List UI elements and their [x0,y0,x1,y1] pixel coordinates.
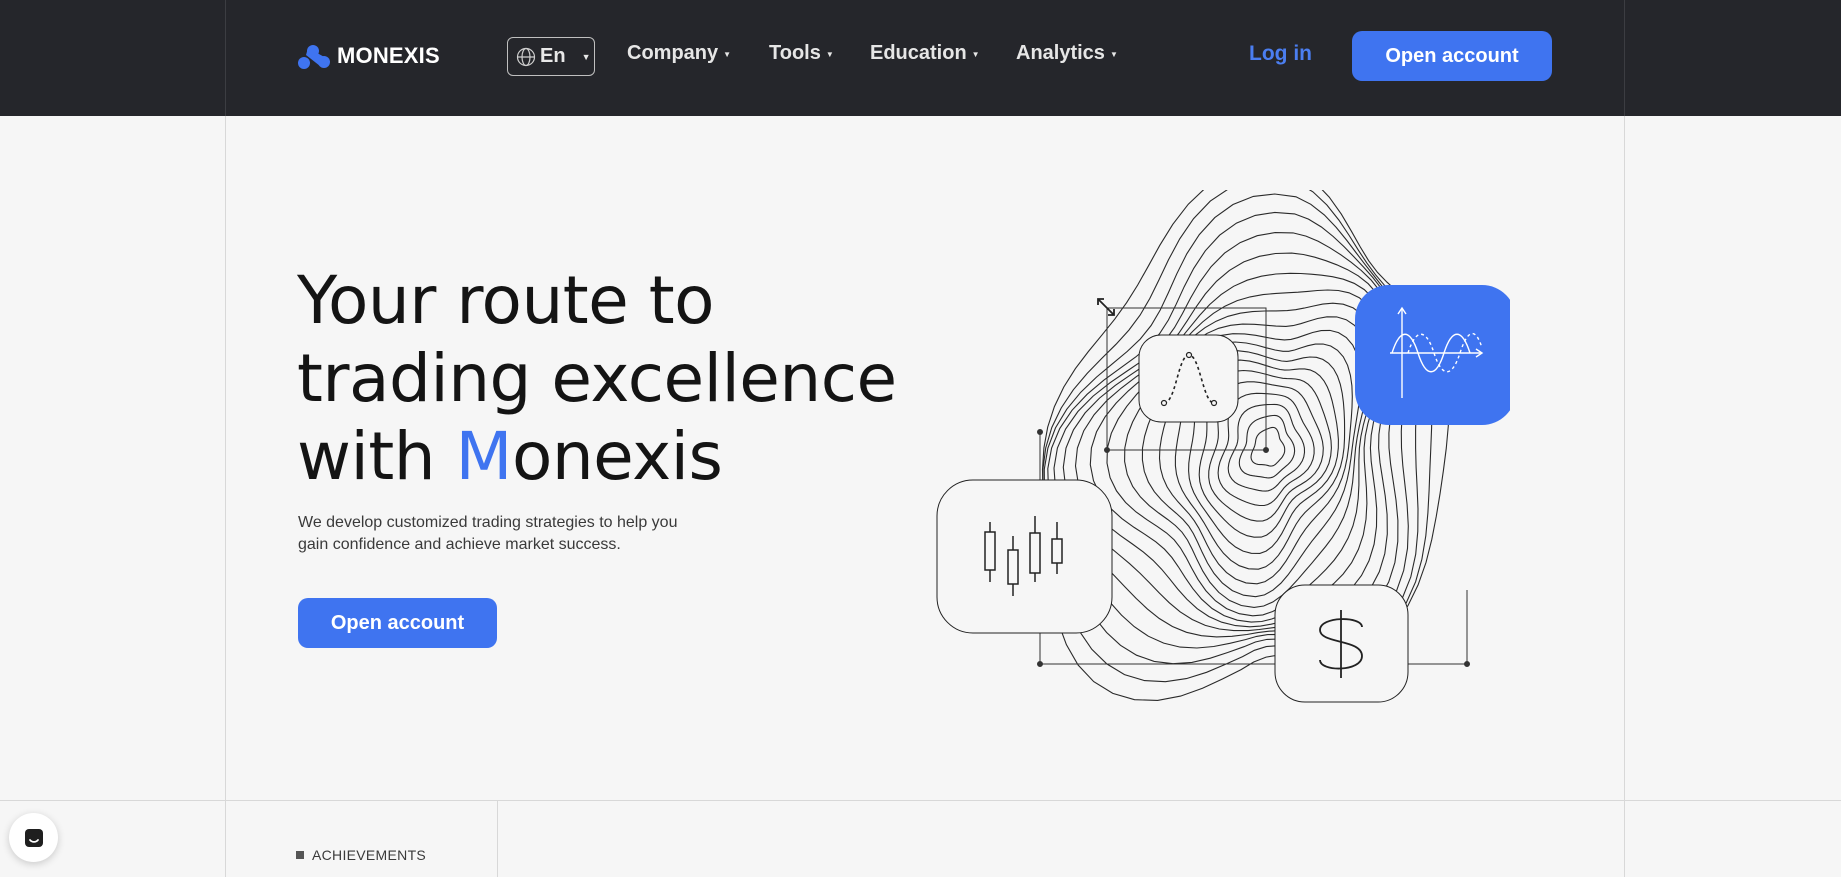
page-divider-left [225,116,226,877]
resize-arrows-icon [1097,298,1115,316]
dollar-card [1274,584,1409,703]
nav-label: Education [870,42,967,64]
language-selector[interactable]: En ▼ [507,37,595,76]
hero-title-accent: M [455,418,513,495]
nav-label: Analytics [1016,42,1105,64]
top-navigation-bar: MONEXIS En ▼ Company ▼ Tools ▼ Education… [0,0,1841,116]
chevron-down-icon: ▼ [825,50,834,59]
chat-icon [24,828,43,847]
achievements-section-label: ACHIEVEMENTS [296,847,426,863]
hero-title-line2: trading excellence [297,340,897,417]
brand-name: MONEXIS [337,43,440,68]
chevron-down-icon: ▼ [971,50,980,59]
chevron-down-icon: ▼ [581,51,591,62]
monexis-logo-icon [298,45,330,69]
nav-item-analytics[interactable]: Analytics ▼ [1016,42,1118,65]
nav-item-tools[interactable]: Tools ▼ [769,42,834,65]
globe-icon [516,47,536,66]
contour-ring [1089,289,1384,623]
page-divider-right [1624,116,1625,877]
hero-subtitle: We develop customized trading strategies… [298,514,678,553]
chevron-down-icon: ▼ [723,50,732,59]
hero-title-line1: Your route to [297,262,715,339]
hero-illustration [936,190,1510,703]
sine-wave-card [1355,285,1510,425]
section-separator [0,800,1841,801]
login-link[interactable]: Log in [1249,42,1312,66]
open-account-button-hero[interactable]: Open account [298,598,497,648]
open-account-button-header[interactable]: Open account [1352,31,1552,81]
bell-curve-card [1138,334,1239,423]
achievements-label: ACHIEVEMENTS [312,847,427,863]
header-divider-left [225,0,226,116]
chat-widget-button[interactable] [9,813,58,862]
contour-ring [1250,426,1286,467]
header-divider-right [1624,0,1625,116]
hero-title-line3-prefix: with [297,418,456,495]
square-bullet-icon [296,851,304,859]
language-label: En [540,45,566,67]
hero-title-line3-suffix: onexis [511,418,723,495]
nav-item-education[interactable]: Education ▼ [870,42,980,65]
candlestick-card [936,479,1113,634]
section-divider [497,800,498,877]
nav-label: Tools [769,42,821,64]
nav-item-company[interactable]: Company ▼ [627,42,731,65]
chevron-down-icon: ▼ [1109,50,1118,59]
contour-ring [1238,414,1296,479]
nav-label: Company [627,42,719,64]
brand-logo[interactable]: MONEXIS [297,41,440,71]
hero-title: Your route to trading excellence with Mo… [297,262,937,496]
